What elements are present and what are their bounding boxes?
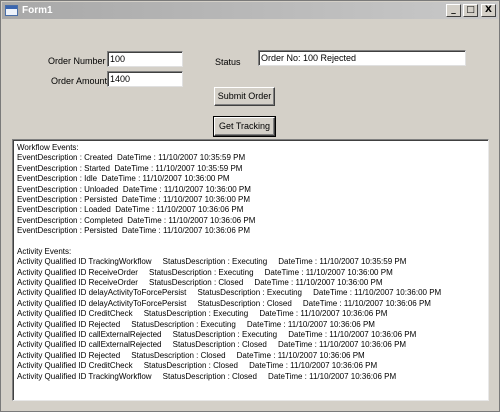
log-line: Activity Qualified ID Rejected StatusDes… (17, 350, 365, 360)
title-bar[interactable]: Form1 _ □ X (2, 2, 498, 19)
log-line: Activity Qualified ID CreditCheck Status… (17, 361, 378, 371)
tracking-log-textbox[interactable]: Workflow Events: EventDescription : Creat… (12, 139, 489, 401)
log-line: EventDescription : Completed DateTime : … (17, 215, 256, 225)
log-line: EventDescription : Persisted DateTime : … (17, 194, 251, 204)
log-line: Activity Qualified ID TrackingWorkflow S… (17, 257, 407, 267)
log-line: Activity Qualified ID CreditCheck Status… (17, 309, 388, 319)
log-line: EventDescription : Persisted DateTime : … (17, 226, 251, 236)
log-line: Activity Qualified ID TrackingWorkflow S… (17, 371, 397, 381)
status-label: Status (215, 57, 241, 67)
order-amount-input[interactable]: 1400 (107, 71, 183, 87)
log-line: EventDescription : Idle DateTime : 11/10… (17, 174, 230, 184)
get-tracking-button[interactable]: Get Tracking (213, 116, 276, 137)
maximize-button[interactable]: □ (463, 4, 478, 17)
close-button[interactable]: X (481, 4, 496, 17)
log-line: Activity Qualified ID Rejected StatusDes… (17, 319, 375, 329)
order-amount-label: Order Amount (51, 76, 108, 86)
log-line: Activity Events: (17, 246, 72, 256)
log-line: EventDescription : Created DateTime : 11… (17, 153, 246, 163)
order-number-input[interactable]: 100 (107, 51, 183, 67)
log-line: Activity Qualified ID callExternalReject… (17, 330, 417, 340)
window-controls: _ □ X (446, 4, 496, 17)
window-app-icon[interactable] (5, 5, 18, 16)
log-line: Activity Qualified ID ReceiveOrder Statu… (17, 278, 383, 288)
status-field[interactable]: Order No: 100 Rejected (258, 50, 466, 66)
order-number-label: Order Number (48, 56, 106, 66)
log-line: EventDescription : Unloaded DateTime : 1… (17, 184, 251, 194)
minimize-button[interactable]: _ (446, 4, 461, 17)
log-line: Workflow Events: (17, 143, 79, 152)
log-line: Activity Qualified ID ReceiveOrder Statu… (17, 267, 393, 277)
submit-order-button[interactable]: Submit Order (214, 87, 275, 106)
log-line: Activity Qualified ID delayActivityToFor… (17, 288, 442, 298)
log-line: Activity Qualified ID delayActivityToFor… (17, 298, 431, 308)
log-line: Activity Qualified ID callExternalReject… (17, 340, 407, 350)
window-title: Form1 (22, 5, 53, 16)
log-line: EventDescription : Started DateTime : 11… (17, 163, 243, 173)
log-line: EventDescription : Loaded DateTime : 11/… (17, 205, 244, 215)
form1-window: Form1 _ □ X Order Number 100 Order Amoun… (0, 0, 500, 412)
